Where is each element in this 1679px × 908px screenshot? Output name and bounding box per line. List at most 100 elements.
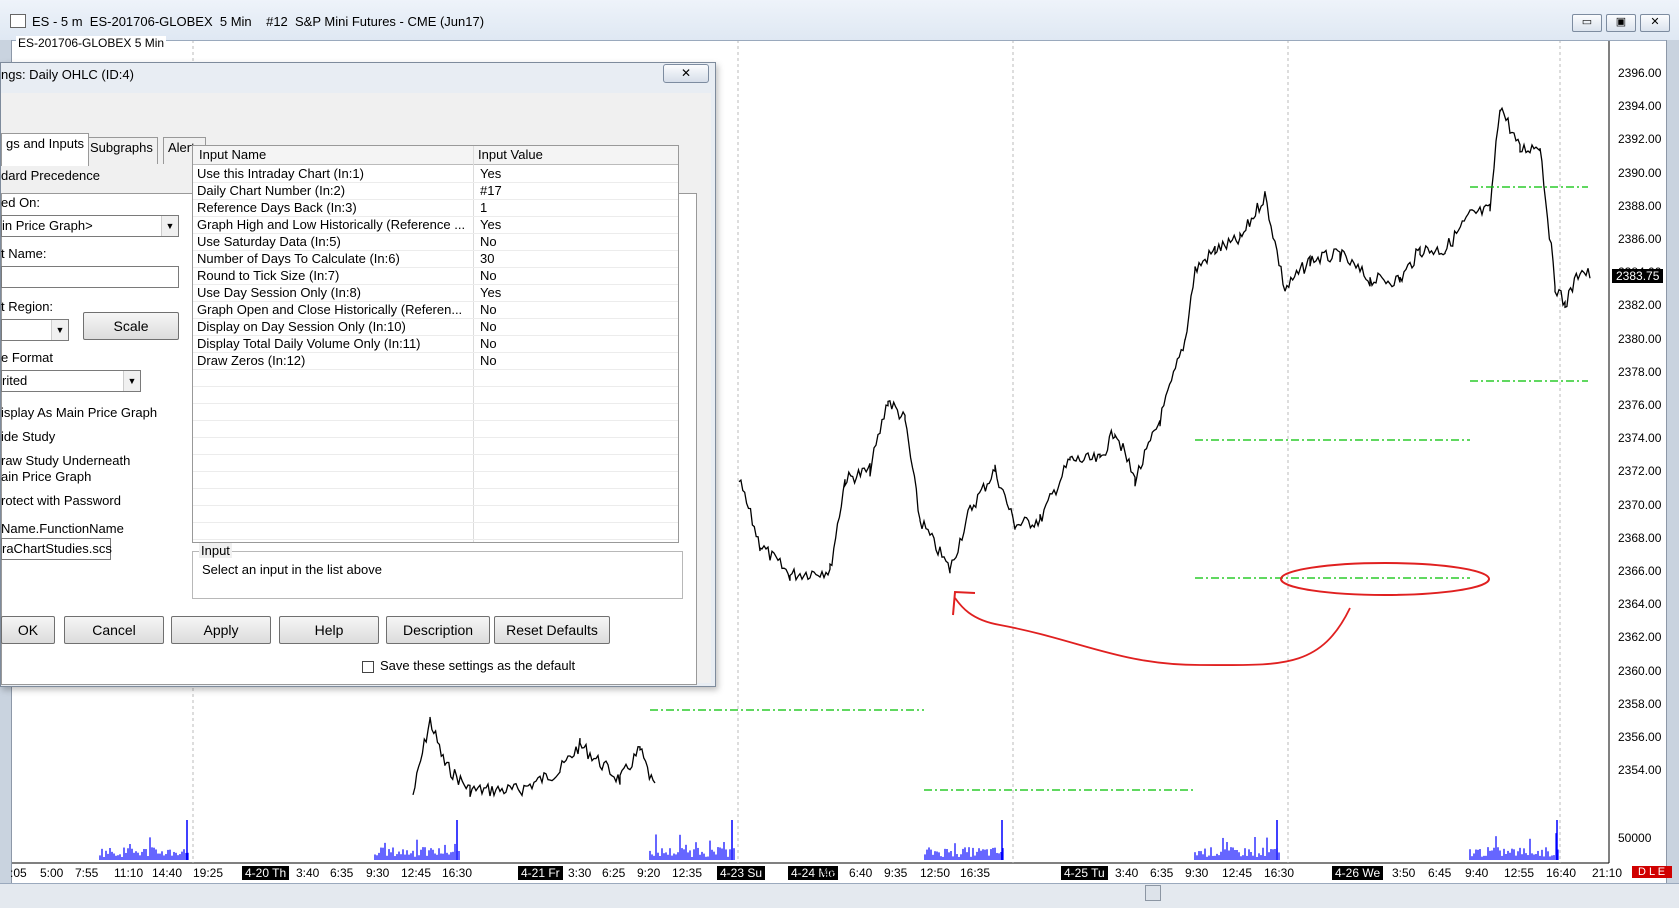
grid-row[interactable]: Use Saturday Data (In:5) No [193, 233, 678, 251]
price-axis-label: 2394.00 [1618, 99, 1662, 114]
time-axis-label: 21:10 [1592, 866, 1623, 880]
time-axis-label: 3:45 [813, 866, 837, 880]
date-marker: 4-20 Th [242, 866, 290, 880]
time-axis-label: 16:35 [960, 866, 991, 880]
grid-row[interactable]: Daily Chart Number (In:2) #17 [193, 182, 678, 200]
time-axis-label: 12:45 [401, 866, 432, 880]
time-axis-label: 5:00 [40, 866, 64, 880]
function-name-field[interactable]: raChartStudies.scs [1, 538, 112, 560]
input-value-cell[interactable]: Yes [480, 217, 501, 232]
input-value-cell[interactable]: No [480, 302, 497, 317]
empty-grid-row [193, 403, 678, 421]
minimize-button[interactable]: ▭ [1572, 14, 1602, 32]
value-format-value: rited [2, 373, 28, 388]
empty-grid-row [193, 522, 678, 540]
price-axis-label: 2360.00 [1618, 663, 1662, 678]
draw-underneath-option[interactable]: raw Study Underneath [1, 453, 130, 468]
chevron-down-icon[interactable]: ▼ [51, 320, 68, 340]
time-axis-label: 9:30 [366, 866, 390, 880]
chevron-down-icon[interactable]: ▼ [161, 216, 178, 236]
close-button[interactable]: ✕ [1640, 14, 1670, 32]
volume-axis-label: 50000 [1618, 831, 1652, 845]
price-axis-label: 2358.00 [1618, 696, 1662, 711]
study-settings-dialog: ngs: Daily OHLC (ID:4) ✕ gs and Inputs S… [0, 62, 716, 687]
value-format-select[interactable]: rited ▼ [1, 370, 141, 392]
input-value-cell[interactable]: No [480, 268, 497, 283]
grid-row[interactable]: Number of Days To Calculate (In:6) 30 [193, 250, 678, 268]
input-value-cell[interactable]: No [480, 319, 497, 334]
reset-defaults-button[interactable]: Reset Defaults [494, 616, 610, 644]
grid-row[interactable]: Draw Zeros (In:12) No [193, 352, 678, 370]
price-axis-label: 2376.00 [1618, 398, 1662, 412]
price-axis-label: 2372.00 [1618, 464, 1662, 479]
input-value-cell[interactable]: No [480, 234, 497, 249]
chart-region-select[interactable]: ▼ [1, 319, 69, 341]
input-name-cell: Round to Tick Size (In:7) [197, 268, 340, 283]
grid-row[interactable]: Display Total Daily Volume Only (In:11) N… [193, 335, 678, 353]
apply-button[interactable]: Apply [171, 616, 271, 644]
horizontal-scrollbar[interactable] [0, 883, 1679, 908]
input-name-cell: Use Saturday Data (In:5) [197, 234, 341, 249]
col-header-input-name[interactable]: Input Name [199, 147, 266, 162]
empty-grid-row [193, 386, 678, 404]
grid-row[interactable]: Display on Day Session Only (In:10) No [193, 318, 678, 336]
input-name-cell: Graph High and Low Historically (Referen… [197, 217, 466, 232]
input-description-group: Input Select an input in the list above [192, 543, 683, 599]
tab-settings-and-inputs[interactable]: gs and Inputs [1, 133, 90, 166]
tab-subgraphs[interactable]: Subgraphs [85, 137, 158, 164]
inputs-grid[interactable]: Input Name Input Value Use this Intraday… [192, 145, 679, 543]
draw-underneath-option-line2: ain Price Graph [1, 469, 92, 484]
grid-row[interactable]: Round to Tick Size (In:7) No [193, 267, 678, 285]
scrollbar-thumb[interactable] [1145, 885, 1161, 901]
input-name-cell: Display on Day Session Only (In:10) [197, 319, 406, 334]
price-axis-label: 2354.00 [1618, 763, 1662, 778]
short-name-input[interactable] [1, 266, 179, 288]
time-axis-label: 6:25 [602, 866, 626, 880]
time-axis-label: 6:35 [330, 866, 354, 880]
price-axis-label: 2366.00 [1618, 564, 1662, 578]
input-value-cell[interactable]: 30 [480, 251, 494, 266]
col-header-input-value[interactable]: Input Value [478, 147, 543, 162]
chevron-down-icon[interactable]: ▼ [123, 371, 140, 391]
time-axis-label: 12:55 [1504, 866, 1535, 880]
cancel-button[interactable]: Cancel [64, 616, 164, 644]
input-value-cell[interactable]: Yes [480, 166, 501, 181]
grid-row[interactable]: Reference Days Back (In:3) 1 [193, 199, 678, 217]
protect-password-option[interactable]: rotect with Password [1, 493, 121, 508]
input-value-cell[interactable]: No [480, 336, 497, 351]
description-button[interactable]: Description [386, 616, 490, 644]
price-axis-label: 2374.00 [1618, 431, 1662, 446]
save-default-checkbox[interactable] [362, 661, 374, 673]
hide-study-option[interactable]: ide Study [1, 429, 55, 444]
dialog-close-button[interactable]: ✕ [663, 64, 709, 83]
dialog-title: ngs: Daily OHLC (ID:4) [1, 67, 134, 82]
ok-button[interactable]: OK [1, 616, 55, 644]
grid-row[interactable]: Use Day Session Only (In:8) Yes [193, 284, 678, 302]
time-axis-label: 3:40 [1115, 866, 1139, 880]
time-axis-label: 3:30 [568, 866, 592, 880]
window-titlebar[interactable]: ES - 5 m ES-201706-GLOBEX 5 Min #12 S&P … [0, 0, 1679, 41]
input-value-cell[interactable]: No [480, 353, 497, 368]
grid-row[interactable]: Graph Open and Close Historically (Refer… [193, 301, 678, 319]
date-marker: 4-21 Fr [518, 866, 563, 880]
grid-row[interactable]: Use this Intraday Chart (In:1) Yes [193, 165, 678, 183]
input-value-cell[interactable]: #17 [480, 183, 502, 198]
current-price-badge: 2383.75 [1612, 269, 1664, 283]
time-axis-label: 12:45 [1222, 866, 1253, 880]
based-on-select[interactable]: in Price Graph> ▼ [1, 215, 179, 237]
display-as-main-graph-option[interactable]: isplay As Main Price Graph [1, 405, 157, 420]
input-name-cell: Use Day Session Only (In:8) [197, 285, 362, 300]
restore-button[interactable]: ▣ [1606, 14, 1636, 32]
app-icon [10, 14, 26, 28]
input-value-cell[interactable]: 1 [480, 200, 487, 215]
time-axis-label: 9:40 [1465, 866, 1489, 880]
grid-row[interactable]: Graph High and Low Historically (Referen… [193, 216, 678, 234]
time-axis-label: 6:40 [849, 866, 873, 880]
input-name-cell: Display Total Daily Volume Only (In:11) [197, 336, 421, 351]
chart-region-label: t Region: [1, 299, 54, 314]
price-axis-label: 2388.00 [1618, 198, 1662, 213]
help-button[interactable]: Help [279, 616, 379, 644]
price-axis-label: 2390.00 [1618, 165, 1662, 180]
scale-button[interactable]: Scale [83, 312, 179, 340]
input-value-cell[interactable]: Yes [480, 285, 501, 300]
